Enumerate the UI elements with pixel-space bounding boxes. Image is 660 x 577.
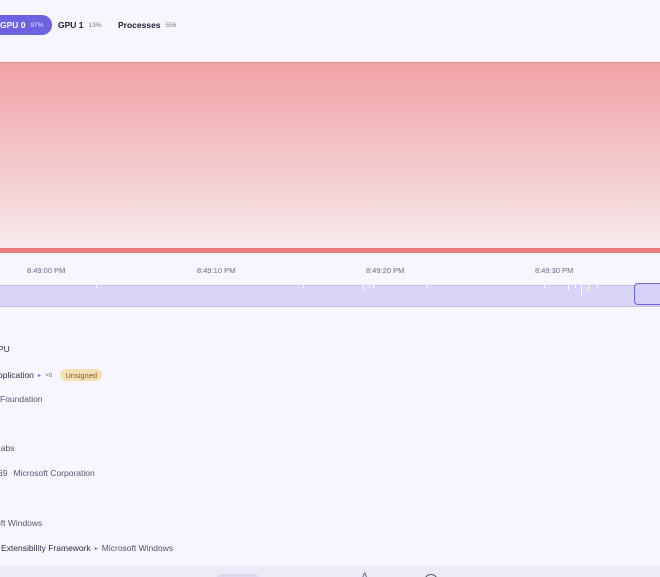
overview-spike: [597, 285, 598, 289]
publisher-text: Microsoft Corporation: [13, 468, 95, 478]
tab-value: 13%: [88, 21, 102, 29]
publisher-text: Labs: [0, 443, 15, 453]
overview-spike: [373, 285, 374, 288]
overview-window-handle[interactable]: [634, 283, 660, 305]
bottom-toolbar: [0, 566, 660, 577]
overview-spike: [588, 285, 589, 291]
time-tick: 8:49:20 PM: [366, 266, 405, 275]
overview-spike: [303, 285, 304, 289]
detail-row-windows: oft Windows: [0, 518, 42, 528]
component-name: Extensibility Framework: [1, 543, 91, 553]
arrow-right-icon: ▸: [94, 545, 98, 552]
tab-label: GPU 0: [0, 20, 26, 30]
overview-spike: [427, 285, 428, 288]
tab-value: 97%: [30, 21, 44, 29]
tab-label: Processes: [118, 20, 161, 30]
tab-value: 556: [165, 21, 177, 29]
utilization-graph: [0, 62, 660, 253]
instance-count: ×6: [44, 371, 53, 379]
detail-row-extensibility[interactable]: Extensibility Framework ▸ Microsoft Wind…: [1, 543, 173, 553]
count-text: 69: [0, 468, 8, 478]
overview-spike: [544, 285, 545, 289]
gpu-monitor-page: GPU 0 97% GPU 1 13% Processes 556 8:49:0…: [0, 0, 660, 577]
nav-icon[interactable]: ⋀: [361, 572, 368, 577]
detail-row-foundation: Foundation: [0, 394, 43, 404]
detail-text: PU: [0, 344, 10, 354]
overview-spike: [568, 285, 569, 290]
tab-processes[interactable]: Processes 556: [118, 15, 176, 35]
time-tick: 8:49:00 PM: [27, 266, 66, 275]
detail-row-microsoft: 69 Microsoft Corporation: [0, 468, 95, 478]
overview-spike: [369, 285, 370, 289]
detail-row-application[interactable]: pplication ▸ ×6 Unsigned: [0, 369, 103, 381]
unsigned-badge: Unsigned: [60, 369, 103, 381]
arrow-right-icon: ▸: [37, 372, 41, 379]
time-tick: 8:49:10 PM: [197, 266, 236, 275]
tab-bar: GPU 0 97% GPU 1 13% Processes 556: [0, 15, 660, 35]
detail-row-labs: Labs: [0, 443, 14, 453]
tab-label: GPU 1: [58, 20, 84, 30]
time-tick: 8:49:30 PM: [535, 266, 574, 275]
publisher-text: oft Windows: [0, 518, 43, 528]
publisher-text: Foundation: [0, 394, 43, 404]
overview-spike: [575, 285, 576, 288]
tab-gpu-1[interactable]: GPU 1 13%: [58, 15, 102, 35]
publisher-text: Microsoft Windows: [101, 543, 174, 553]
timeline-overview[interactable]: [0, 285, 660, 307]
overview-spike: [581, 285, 582, 297]
detail-row-gpu: PU: [0, 344, 10, 354]
tab-gpu-0[interactable]: GPU 0 97%: [0, 15, 52, 35]
overview-spike: [96, 285, 97, 288]
application-name: pplication: [0, 370, 34, 380]
utilization-line: [0, 248, 660, 253]
overview-spike: [363, 285, 364, 291]
